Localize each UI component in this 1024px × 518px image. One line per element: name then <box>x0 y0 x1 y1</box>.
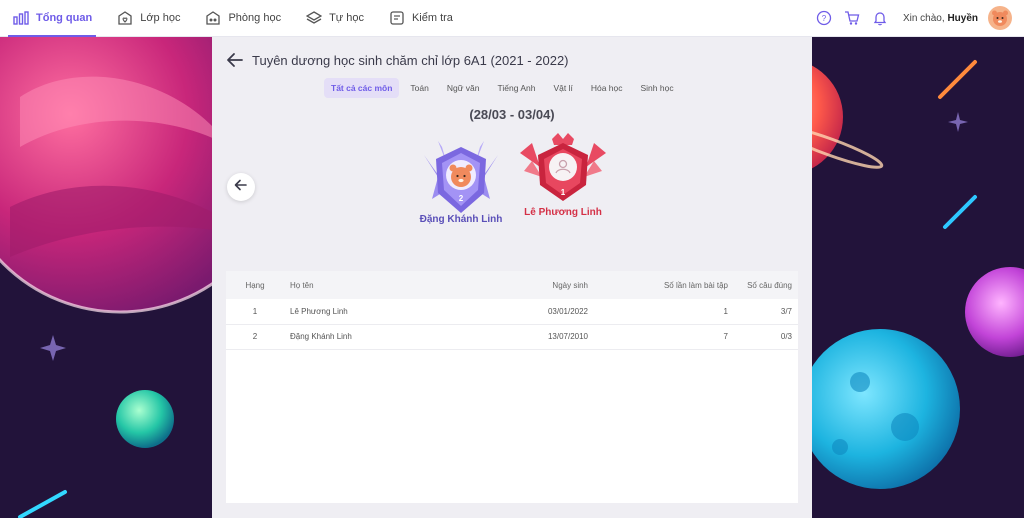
header-correct-answers: Số câu đúng <box>747 280 792 290</box>
cell-name: Lê Phương Linh <box>290 306 348 316</box>
tab-physics[interactable]: Vật lí <box>546 78 579 98</box>
prev-week-button[interactable] <box>227 173 255 201</box>
week-range: (28/03 - 03/04) <box>469 107 555 122</box>
tab-biology[interactable]: Sinh học <box>634 78 681 98</box>
help-icon[interactable]: ? <box>815 9 833 27</box>
greeting: Xin chào, Huyền <box>903 13 978 24</box>
nav-tong-quan[interactable]: Tổng quan <box>0 0 104 37</box>
nav-label: Lớp học <box>140 12 181 24</box>
header-rank: Hạng <box>245 280 265 290</box>
nav-label: Tự học <box>329 12 364 24</box>
class-icon <box>116 9 134 27</box>
back-arrow-icon[interactable] <box>226 51 244 69</box>
cell-birthdate: 13/07/2010 <box>547 332 588 341</box>
ranking-table: Hạng Họ tên Ngày sinh Số lần làm bài tập… <box>226 271 798 503</box>
arrow-left-icon <box>234 178 248 197</box>
nav-right-group: ? Xin chào, Huyền <box>815 6 1024 30</box>
cell-rank: 2 <box>252 332 258 341</box>
layers-icon <box>305 9 323 27</box>
bell-icon[interactable] <box>871 9 889 27</box>
subject-tabs: Tất cả các môn Toán Ngữ văn Tiếng Anh Vậ… <box>324 78 681 98</box>
panel-header: Tuyên dương học sinh chăm chỉ lớp 6A1 (2… <box>226 51 569 69</box>
tab-english[interactable]: Tiếng Anh <box>490 78 542 98</box>
nav-tu-hoc[interactable]: Tự học <box>293 0 376 37</box>
tab-literature[interactable]: Ngữ văn <box>440 78 487 98</box>
greeting-prefix: Xin chào, <box>902 12 945 24</box>
cart-icon[interactable] <box>843 9 861 27</box>
leaderboard-panel: Tuyên dương học sinh chăm chỉ lớp 6A1 (2… <box>212 37 812 518</box>
rank-2-number: 2 <box>458 194 464 203</box>
table-row[interactable]: 1 Lê Phương Linh 03/01/2022 1 3/7 <box>226 299 798 324</box>
cell-exercise-count: 1 <box>723 306 728 316</box>
header-exercise-count: Số lần làm bài tập <box>663 280 728 290</box>
svg-text:?: ? <box>822 14 827 23</box>
cell-rank: 1 <box>252 306 258 316</box>
user-name: Huyền <box>947 12 978 24</box>
header-birthdate: Ngày sinh <box>552 280 588 290</box>
cell-correct-answers: 3/7 <box>780 306 792 316</box>
nav-phong-hoc[interactable]: Phòng học <box>192 0 293 37</box>
page-title: Tuyên dương học sinh chăm chỉ lớp 6A1 (2… <box>252 52 569 68</box>
nav-label: Kiểm tra <box>411 12 453 24</box>
cell-name: Đặng Khánh Linh <box>290 332 352 341</box>
nav-kiem-tra[interactable]: Kiểm tra <box>376 0 465 37</box>
table-row[interactable]: 2 Đặng Khánh Linh 13/07/2010 7 0/3 <box>226 324 798 349</box>
rank-1-name: Lê Phương Linh <box>524 207 602 218</box>
cell-exercise-count: 7 <box>723 332 728 341</box>
nav-label: Phòng học <box>228 12 282 24</box>
dashboard-icon <box>12 9 30 27</box>
test-icon <box>388 9 406 27</box>
top-navbar: Tổng quan Lớp học Phòng học Tự học Kiểm … <box>0 0 1024 37</box>
cell-correct-answers: 0/3 <box>780 332 792 341</box>
nav-label: Tổng quan <box>36 12 93 24</box>
rank-1-badge <box>518 131 608 211</box>
tab-math[interactable]: Toán <box>403 78 435 98</box>
tab-chemistry[interactable]: Hóa học <box>584 78 630 98</box>
rank-1-number: 1 <box>560 188 566 197</box>
room-icon <box>204 9 222 27</box>
nav-lop-hoc[interactable]: Lớp học <box>104 0 192 37</box>
avatar[interactable] <box>988 6 1012 30</box>
cell-birthdate: 03/01/2022 <box>547 306 588 316</box>
table-header-row: Hạng Họ tên Ngày sinh Số lần làm bài tập… <box>226 271 798 299</box>
tab-all-subjects[interactable]: Tất cả các môn <box>324 78 400 98</box>
rank-2-name: Đặng Khánh Linh <box>419 214 503 225</box>
header-name: Họ tên <box>290 280 314 290</box>
